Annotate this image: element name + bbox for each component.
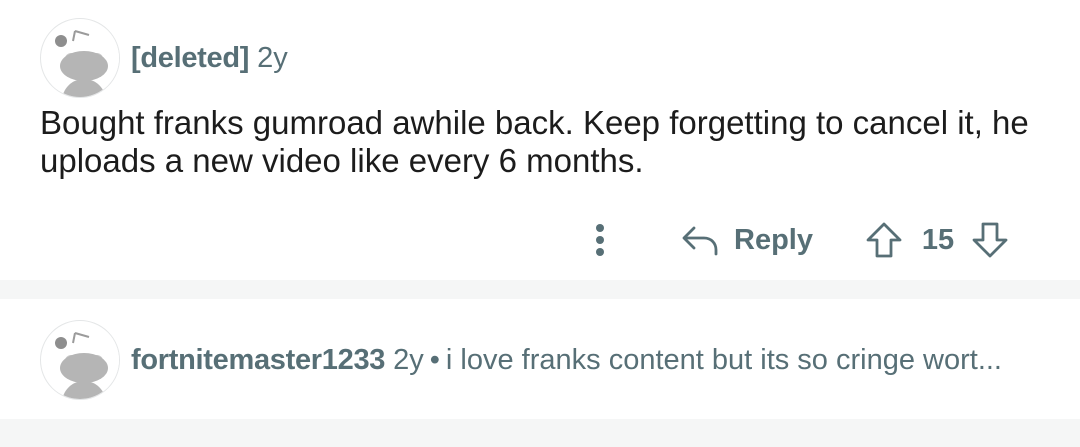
comment-divider xyxy=(0,280,1080,299)
reply-label: Reply xyxy=(734,223,813,256)
author-name[interactable]: [deleted] xyxy=(131,42,249,74)
author-name[interactable]: fortnitemaster1233 xyxy=(131,344,385,376)
avatar[interactable] xyxy=(40,18,120,98)
more-options-button[interactable] xyxy=(584,220,616,260)
snoo-avatar-icon xyxy=(42,20,119,97)
comment-age: 2y xyxy=(393,344,424,376)
collapsed-comment-card[interactable]: fortnitemaster1233 2y • i love franks conte… xyxy=(0,299,1080,419)
upvote-button[interactable] xyxy=(864,220,904,260)
comment-actions: Reply 15 xyxy=(0,218,1080,262)
snoo-avatar-icon xyxy=(42,322,119,399)
meta-separator: • xyxy=(429,344,440,376)
kebab-vertical-icon xyxy=(596,224,604,256)
comment-preview: i love franks content but its so cringe … xyxy=(445,344,1002,376)
reply-arrow-icon xyxy=(682,226,718,256)
comment-age: 2y xyxy=(257,42,288,74)
comment-divider xyxy=(0,419,1080,447)
comment-meta: fortnitemaster1233 2y • i love franks conte… xyxy=(131,346,1002,375)
comment-meta: [deleted] 2y xyxy=(131,44,288,73)
avatar[interactable] xyxy=(40,320,120,400)
downvote-button[interactable] xyxy=(970,220,1010,260)
reply-button[interactable]: Reply xyxy=(680,220,813,260)
comment-card: [deleted] 2y Bought franks gumroad awhile… xyxy=(0,0,1080,280)
arrow-down-icon xyxy=(972,222,1008,258)
vote-score: 15 xyxy=(921,224,955,256)
comment-body: Bought franks gumroad awhile back. Keep … xyxy=(40,104,1029,179)
arrow-up-icon xyxy=(866,222,902,258)
